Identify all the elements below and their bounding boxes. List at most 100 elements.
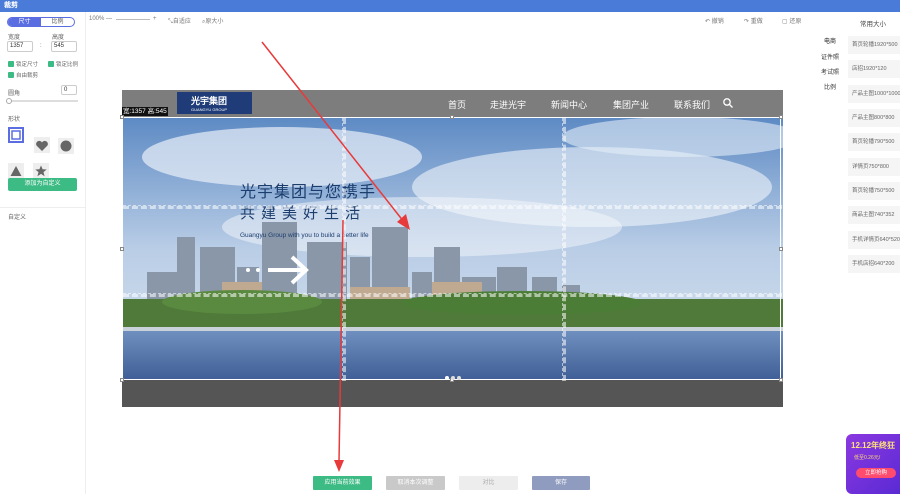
search-icon: [723, 98, 733, 108]
fit-button[interactable]: ⤡自适应: [168, 16, 191, 26]
zoom-level: 100%: [89, 16, 105, 22]
restore-button[interactable]: ▢ 还原: [782, 16, 801, 25]
checkbox-icon: [8, 72, 14, 78]
preset-item[interactable]: 首页轮播750*500: [848, 182, 900, 200]
grid-line: [562, 118, 566, 381]
star-shape-button[interactable]: [33, 163, 49, 179]
triangle-shape-button[interactable]: [8, 163, 24, 179]
grid-line: [123, 205, 782, 209]
checkbox-icon: [8, 61, 14, 67]
preset-item[interactable]: 产品主图1000*1000: [848, 85, 900, 103]
slide-dot[interactable]: [457, 376, 461, 380]
lock-ratio-checkbox[interactable]: 锁定比例: [48, 60, 78, 68]
lock-ratio-label: 锁定比例: [56, 62, 79, 68]
left-panel: 尺寸 比例 宽度 高度 1357 : 545 锁定尺寸 锁定比例 自由裁剪 圆角…: [0, 12, 86, 494]
crop-handle-top-right[interactable]: [779, 115, 783, 119]
nav-home: 首页: [448, 100, 467, 110]
add-custom-button[interactable]: 添加为自定义: [8, 178, 77, 191]
width-input[interactable]: 1357: [7, 41, 33, 52]
ratio-separator: :: [40, 43, 42, 49]
lock-size-label: 锁定尺寸: [16, 62, 39, 68]
tab-ratio[interactable]: 比例: [41, 18, 74, 26]
crop-box[interactable]: [120, 115, 783, 382]
nav-contact: 联系我们: [674, 100, 711, 110]
crop-handle-top-left[interactable]: [120, 115, 124, 119]
circle-icon: [60, 140, 72, 152]
zoom-slider[interactable]: [116, 19, 150, 20]
undo-label: 撤销: [711, 19, 724, 25]
promo-button[interactable]: 立即抢购: [856, 468, 896, 478]
slide-dot[interactable]: [445, 376, 449, 380]
fit-label: 自适应: [172, 19, 191, 25]
promo-subtitle: 低至0.26元/: [854, 455, 881, 461]
tab-exam-photo[interactable]: 考试照: [821, 67, 839, 76]
size-badge: 宽:1357 高:545: [122, 107, 168, 116]
zoom-out-button[interactable]: —: [106, 16, 112, 22]
logo-subtext: GUANGYU GROUP: [191, 107, 228, 112]
save-button[interactable]: 保存: [532, 476, 590, 490]
crop-handle-top[interactable]: [450, 115, 454, 119]
redo-button[interactable]: ↷ 重做: [744, 16, 763, 25]
preset-item[interactable]: 手机详情页640*520: [848, 231, 900, 249]
window-title: 裁剪: [0, 0, 900, 12]
free-crop-label: 自由裁剪: [16, 73, 39, 79]
original-size-button[interactable]: ⌕原大小: [202, 16, 223, 26]
redo-label: 重做: [750, 19, 763, 25]
tab-ratio-presets[interactable]: 比例: [824, 82, 836, 91]
nav-industry: 集团产业: [613, 100, 650, 110]
site-logo: 光宇集团 GUANGYU GROUP: [177, 92, 252, 114]
original-size-label: 原大小: [205, 19, 224, 25]
site-header: 光宇集团 GUANGYU GROUP 首页 走进光宇 新闻中心 集团产业 联系我们: [122, 90, 783, 117]
grid-line: [123, 293, 782, 297]
apply-button[interactable]: 应用当前效果: [313, 476, 372, 490]
restore-label: 还原: [789, 19, 802, 25]
restore-icon: ▢: [782, 19, 788, 25]
slider-handle[interactable]: [6, 98, 12, 104]
mode-toggle[interactable]: 尺寸 比例: [7, 17, 75, 27]
tab-ecommerce[interactable]: 电商: [824, 36, 836, 45]
width-label: 宽度: [8, 35, 21, 41]
nav-news: 新闻中心: [551, 100, 588, 110]
cancel-adjust-button[interactable]: 取消本次调整: [386, 476, 445, 490]
checkbox-icon: [48, 61, 54, 67]
preset-item[interactable]: 首页轮播790*500: [848, 133, 900, 151]
undo-icon: ↶: [705, 19, 711, 25]
crop-handle-bottom-left[interactable]: [120, 378, 124, 382]
compare-button[interactable]: 对比: [459, 476, 518, 490]
preset-item[interactable]: 商品主图740*352: [848, 206, 900, 224]
redo-icon: ↷: [744, 19, 750, 25]
radius-slider[interactable]: [6, 98, 78, 104]
preset-item[interactable]: 产品主图800*800: [848, 109, 900, 127]
height-input[interactable]: 545: [51, 41, 77, 52]
square-shape-button[interactable]: [8, 127, 24, 143]
promo-banner[interactable]: 12.12年终狂 低至0.26元/ 立即抢购: [846, 434, 900, 494]
divider: [0, 207, 86, 208]
preset-item[interactable]: 首页轮播1920*500: [848, 36, 900, 54]
custom-label: 自定义: [8, 215, 27, 221]
free-crop-checkbox[interactable]: 自由裁剪: [8, 71, 38, 79]
preset-item[interactable]: 店招1920*120: [848, 60, 900, 78]
circle-shape-button[interactable]: [58, 138, 74, 154]
grid-line: [342, 118, 346, 381]
presets-title: 常用大小: [860, 21, 886, 28]
crop-handle-bottom-right[interactable]: [779, 378, 783, 382]
zoom-in-button[interactable]: +: [153, 16, 157, 22]
crop-handle-right[interactable]: [779, 247, 783, 251]
lock-size-checkbox[interactable]: 锁定尺寸: [8, 60, 38, 68]
heart-icon: [36, 140, 48, 151]
slide-dot[interactable]: [451, 376, 455, 380]
heart-icon-wrap: [34, 138, 50, 154]
slide-dots: [445, 376, 461, 380]
tab-size[interactable]: 尺寸: [8, 18, 41, 26]
right-panel: 常用大小 电商 证件照 考试照 比例 首页轮播1920*500 店招1920*1…: [816, 12, 900, 494]
preset-item[interactable]: 详情页750*800: [848, 158, 900, 176]
shape-label: 形状: [8, 117, 21, 123]
undo-button[interactable]: ↶ 撤销: [705, 16, 724, 25]
preset-item[interactable]: 手机店招640*200: [848, 255, 900, 273]
logo-text: 光宇集团: [191, 96, 228, 106]
crop-handle-left[interactable]: [120, 247, 124, 251]
tab-id-photo[interactable]: 证件照: [821, 52, 839, 61]
radius-input[interactable]: 0: [61, 85, 77, 95]
nav-about: 走进光宇: [490, 100, 527, 110]
toolbar: 100% — + ⤡自适应 ⌕原大小 ↶ 撤销 ↷ 重做 ▢ 还原: [86, 12, 816, 28]
